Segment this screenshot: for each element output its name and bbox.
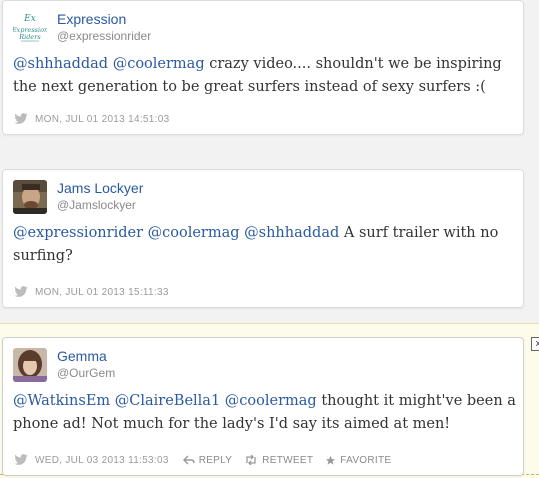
author-name[interactable]: Expression <box>57 11 126 27</box>
tweet-meta: WED, JUL 03 2013 11:53:03 REPLY RETWEET … <box>13 453 403 467</box>
close-icon[interactable]: x <box>531 337 539 351</box>
mention-link[interactable]: @shhhaddad <box>244 225 339 241</box>
reply-icon <box>182 455 195 465</box>
twitter-bird-icon <box>14 113 28 124</box>
reply-button[interactable]: REPLY <box>182 454 233 466</box>
svg-text:Riders: Riders <box>18 33 41 41</box>
divider <box>0 323 539 324</box>
mention-link[interactable]: @WatkinsEm <box>13 393 110 409</box>
mention-link[interactable]: @shhhaddad <box>13 56 108 72</box>
author-handle[interactable]: @expressionrider <box>57 29 151 43</box>
author-name[interactable]: Gemma <box>57 348 107 364</box>
author-handle[interactable]: @Jamslockyer <box>57 198 136 212</box>
timestamp[interactable]: WED, JUL 03 2013 11:53:03 <box>35 455 169 466</box>
tweet-card: Jams Lockyer @Jamslockyer @expressionrid… <box>2 169 524 308</box>
mention-link[interactable]: @ClaireBella1 <box>115 393 220 409</box>
tweet-text: @expressionrider @coolermag @shhhaddad A… <box>13 222 518 268</box>
retweet-icon <box>246 455 256 465</box>
mention-link[interactable]: @coolermag <box>225 393 317 409</box>
mention-link[interactable]: @coolermag <box>113 56 205 72</box>
timestamp[interactable]: MON, JUL 01 2013 15:11:33 <box>35 287 169 298</box>
author-handle[interactable]: @OurGem <box>57 366 115 380</box>
svg-text:Ex: Ex <box>23 14 36 24</box>
mention-link[interactable]: @expressionrider <box>13 225 143 241</box>
favorite-star-icon <box>326 455 336 465</box>
avatar[interactable]: Ex Expression Riders <box>13 11 47 45</box>
tweet-text: @WatkinsEm @ClaireBella1 @coolermag thou… <box>13 390 518 436</box>
mention-link[interactable]: @coolermag <box>148 225 240 241</box>
twitter-bird-icon <box>14 454 28 465</box>
tweet-card: Gemma @OurGem @WatkinsEm @ClaireBella1 @… <box>2 337 524 476</box>
tweet-card: Ex Expression Riders Expression @express… <box>2 0 524 135</box>
reply-label: REPLY <box>198 454 233 466</box>
favorite-button[interactable]: FAVORITE <box>325 455 391 466</box>
tweet-meta: MON, JUL 01 2013 15:11:33 <box>13 285 183 299</box>
favorite-label: FAVORITE <box>340 454 392 466</box>
tweet-meta: MON, JUL 01 2013 14:51:03 <box>13 112 183 126</box>
author-name[interactable]: Jams Lockyer <box>57 180 143 196</box>
retweet-label: RETWEET <box>262 454 314 466</box>
retweet-button[interactable]: RETWEET <box>244 455 313 466</box>
timestamp[interactable]: MON, JUL 01 2013 14:51:03 <box>35 114 169 125</box>
avatar[interactable] <box>13 180 47 214</box>
avatar[interactable] <box>13 348 47 382</box>
tweet-text: @shhhaddad @coolermag crazy video.... sh… <box>13 53 518 99</box>
twitter-bird-icon <box>14 286 28 297</box>
